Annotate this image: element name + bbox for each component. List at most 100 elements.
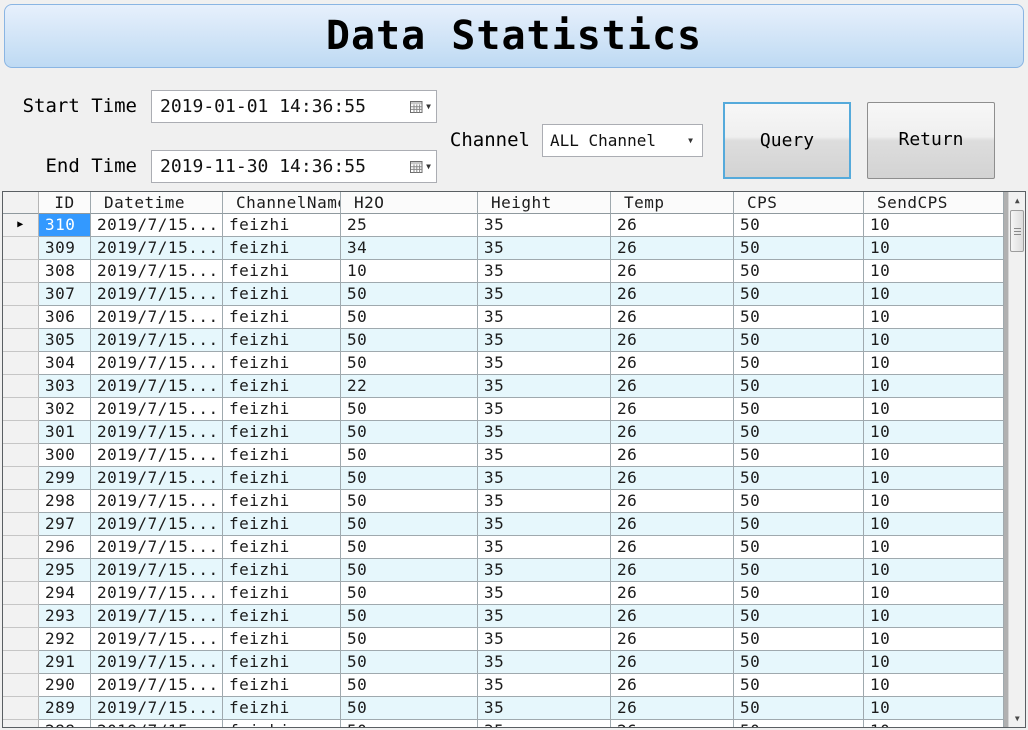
cell-id[interactable]: 309 (39, 237, 91, 260)
cell-cps[interactable]: 50 (734, 214, 864, 237)
cell-datetime[interactable]: 2019/7/15... (91, 283, 223, 306)
row-header-cell[interactable] (3, 536, 39, 559)
row-header-cell[interactable] (3, 720, 39, 727)
cell-h2o[interactable]: 50 (341, 559, 478, 582)
column-header-sendcps[interactable]: SendCPS (864, 192, 1004, 214)
cell-h2o[interactable]: 50 (341, 490, 478, 513)
cell-datetime[interactable]: 2019/7/15... (91, 329, 223, 352)
cell-channelname[interactable]: feizhi (223, 398, 341, 421)
cell-height[interactable]: 35 (478, 651, 611, 674)
row-header-cell[interactable] (3, 260, 39, 283)
scroll-down-icon[interactable]: ▼ (1009, 710, 1026, 727)
cell-h2o[interactable]: 50 (341, 398, 478, 421)
column-header-channelname[interactable]: ChannelName (223, 192, 341, 214)
cell-cps[interactable]: 50 (734, 398, 864, 421)
cell-id[interactable]: 290 (39, 674, 91, 697)
cell-id[interactable]: 297 (39, 513, 91, 536)
end-time-dropdown-button[interactable]: ▼ (395, 151, 431, 182)
cell-h2o[interactable]: 50 (341, 720, 478, 727)
cell-id[interactable]: 294 (39, 582, 91, 605)
cell-height[interactable]: 35 (478, 421, 611, 444)
cell-temp[interactable]: 26 (611, 283, 734, 306)
cell-sendcps[interactable]: 10 (864, 421, 1004, 444)
start-time-dropdown-button[interactable]: ▼ (395, 91, 431, 122)
cell-cps[interactable]: 50 (734, 490, 864, 513)
row-header-cell[interactable] (3, 490, 39, 513)
cell-datetime[interactable]: 2019/7/15... (91, 628, 223, 651)
cell-cps[interactable]: 50 (734, 628, 864, 651)
cell-sendcps[interactable]: 10 (864, 214, 1004, 237)
cell-channelname[interactable]: feizhi (223, 490, 341, 513)
cell-sendcps[interactable]: 10 (864, 237, 1004, 260)
cell-h2o[interactable]: 50 (341, 651, 478, 674)
cell-id[interactable]: 289 (39, 697, 91, 720)
row-header-cell[interactable] (3, 444, 39, 467)
cell-channelname[interactable]: feizhi (223, 329, 341, 352)
cell-cps[interactable]: 50 (734, 260, 864, 283)
query-button[interactable]: Query (723, 102, 851, 179)
cell-datetime[interactable]: 2019/7/15... (91, 513, 223, 536)
row-header-cell[interactable] (3, 237, 39, 260)
cell-channelname[interactable]: feizhi (223, 720, 341, 727)
cell-height[interactable]: 35 (478, 283, 611, 306)
cell-sendcps[interactable]: 10 (864, 674, 1004, 697)
cell-channelname[interactable]: feizhi (223, 536, 341, 559)
cell-temp[interactable]: 26 (611, 720, 734, 727)
cell-datetime[interactable]: 2019/7/15... (91, 605, 223, 628)
cell-id[interactable]: 292 (39, 628, 91, 651)
row-header-cell[interactable] (3, 559, 39, 582)
cell-cps[interactable]: 50 (734, 605, 864, 628)
cell-datetime[interactable]: 2019/7/15... (91, 260, 223, 283)
cell-temp[interactable]: 26 (611, 467, 734, 490)
cell-height[interactable]: 35 (478, 444, 611, 467)
row-header-cell[interactable] (3, 306, 39, 329)
cell-h2o[interactable]: 50 (341, 467, 478, 490)
cell-temp[interactable]: 26 (611, 605, 734, 628)
cell-channelname[interactable]: feizhi (223, 237, 341, 260)
cell-temp[interactable]: 26 (611, 697, 734, 720)
cell-id[interactable]: 305 (39, 329, 91, 352)
cell-datetime[interactable]: 2019/7/15... (91, 490, 223, 513)
row-header-cell[interactable] (3, 582, 39, 605)
cell-height[interactable]: 35 (478, 237, 611, 260)
cell-cps[interactable]: 50 (734, 352, 864, 375)
cell-sendcps[interactable]: 10 (864, 559, 1004, 582)
cell-datetime[interactable]: 2019/7/15... (91, 421, 223, 444)
cell-h2o[interactable]: 50 (341, 283, 478, 306)
vertical-scrollbar[interactable]: ▲ ▼ (1008, 192, 1025, 727)
cell-cps[interactable]: 50 (734, 651, 864, 674)
scrollbar-thumb[interactable] (1010, 210, 1024, 252)
cell-id[interactable]: 301 (39, 421, 91, 444)
cell-cps[interactable]: 50 (734, 720, 864, 727)
cell-cps[interactable]: 50 (734, 283, 864, 306)
row-header-cell[interactable]: ▶ (3, 214, 39, 237)
row-header-cell[interactable] (3, 628, 39, 651)
cell-datetime[interactable]: 2019/7/15... (91, 214, 223, 237)
cell-temp[interactable]: 26 (611, 375, 734, 398)
cell-cps[interactable]: 50 (734, 421, 864, 444)
cell-height[interactable]: 35 (478, 697, 611, 720)
start-time-picker[interactable]: 2019-01-01 14:36:55 ▼ (151, 90, 437, 123)
cell-datetime[interactable]: 2019/7/15... (91, 651, 223, 674)
cell-channelname[interactable]: feizhi (223, 513, 341, 536)
cell-temp[interactable]: 26 (611, 329, 734, 352)
cell-temp[interactable]: 26 (611, 582, 734, 605)
cell-h2o[interactable]: 10 (341, 260, 478, 283)
cell-channelname[interactable]: feizhi (223, 260, 341, 283)
cell-sendcps[interactable]: 10 (864, 651, 1004, 674)
cell-cps[interactable]: 50 (734, 375, 864, 398)
cell-h2o[interactable]: 50 (341, 536, 478, 559)
cell-height[interactable]: 35 (478, 582, 611, 605)
cell-datetime[interactable]: 2019/7/15... (91, 720, 223, 727)
cell-datetime[interactable]: 2019/7/15... (91, 444, 223, 467)
cell-channelname[interactable]: feizhi (223, 306, 341, 329)
column-header-cps[interactable]: CPS (734, 192, 864, 214)
grid-corner-cell[interactable] (3, 192, 39, 214)
cell-datetime[interactable]: 2019/7/15... (91, 582, 223, 605)
cell-temp[interactable]: 26 (611, 559, 734, 582)
row-header-cell[interactable] (3, 674, 39, 697)
cell-sendcps[interactable]: 10 (864, 398, 1004, 421)
cell-sendcps[interactable]: 10 (864, 329, 1004, 352)
cell-channelname[interactable]: feizhi (223, 697, 341, 720)
cell-datetime[interactable]: 2019/7/15... (91, 697, 223, 720)
